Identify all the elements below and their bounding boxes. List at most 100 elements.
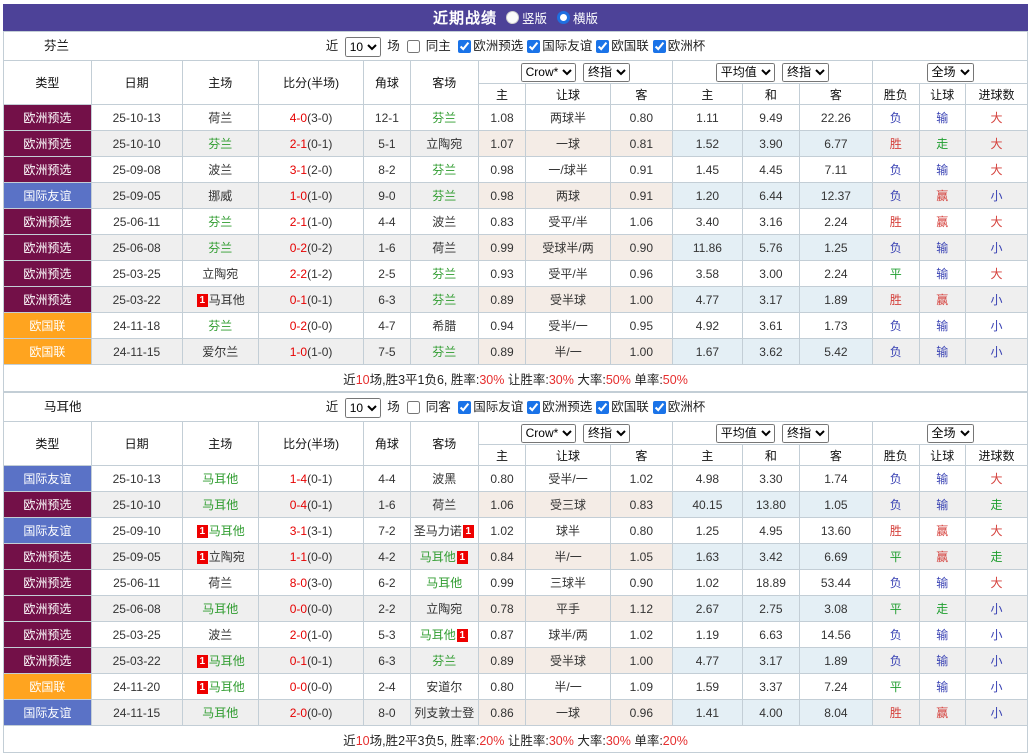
vertical-layout-radio[interactable] <box>505 11 519 24</box>
league-checkbox[interactable] <box>527 40 541 54</box>
recent-count-select[interactable]: 10 <box>344 397 381 418</box>
score-cell: 0-2(0-0) <box>257 312 365 339</box>
col-header-home: 主场 <box>181 60 259 105</box>
score-cell: 0-1(0-1) <box>257 647 365 674</box>
match-type-badge: 欧洲预选 <box>3 569 92 596</box>
avg-draw-odds: 18.89 <box>741 569 800 596</box>
result-handicap: 输 <box>918 104 966 131</box>
home-team-cell: 芬兰 <box>181 312 259 339</box>
handicap-home-odds: 0.78 <box>477 595 527 622</box>
score-cell: 8-0(3-0) <box>257 569 365 596</box>
away-team-cell: 波兰 <box>409 208 479 235</box>
subcol-avg-away: 客 <box>798 83 874 105</box>
handicap-time-select[interactable]: 终指 <box>582 423 630 443</box>
layout-option-vertical: 竖版 <box>505 8 547 27</box>
same-away-checkbox[interactable] <box>407 401 421 415</box>
league-checkbox[interactable] <box>527 401 541 415</box>
same-home-checkbox[interactable] <box>407 40 421 54</box>
avg-home-odds: 4.77 <box>671 286 743 313</box>
result-handicap: 赢 <box>918 699 966 726</box>
summary-segment: 场,胜3平1负6, 胜率: <box>369 372 480 387</box>
handicap-away-odds: 0.95 <box>609 312 673 339</box>
recent-count-select[interactable]: 10 <box>344 36 381 57</box>
col-header-away: 客场 <box>409 60 479 105</box>
result-handicap: 走 <box>918 595 966 622</box>
bookmaker-select[interactable]: Crow* <box>520 62 576 82</box>
result-win-loss: 负 <box>872 647 920 674</box>
match-date: 25-03-22 <box>90 647 183 674</box>
home-team-cell: 荷兰 <box>181 569 259 596</box>
corners-cell: 5-1 <box>363 130 411 157</box>
halftime-score: (1-2) <box>307 266 333 281</box>
score-cell: 4-0(3-0) <box>257 104 365 131</box>
match-date: 25-09-10 <box>90 517 183 544</box>
league-checkbox[interactable] <box>596 40 610 54</box>
handicap-home-odds: 0.80 <box>477 465 527 492</box>
league-checkbox[interactable] <box>652 401 666 415</box>
subcol-goals: 进球数 <box>964 444 1029 466</box>
fulltime-score: 3-1 <box>289 523 308 538</box>
home-team-cell: 马耳他 <box>181 465 259 492</box>
average-select[interactable]: 平均值 <box>715 62 775 82</box>
away-team-name: 马耳他 <box>419 550 456 564</box>
league-checkbox[interactable] <box>458 401 472 415</box>
league-label: 欧洲预选 <box>473 39 524 53</box>
average-time-select[interactable]: 终指 <box>782 62 830 82</box>
fulltime-score: 2-0 <box>289 627 308 642</box>
col-header-home: 主场 <box>181 421 259 466</box>
result-handicap: 输 <box>918 621 966 648</box>
match-row: 欧国联 24-11-15 爱尔兰 1-0(1-0) 7-5 芬兰 0.89 半/一 1.00 1.… <box>3 338 1029 365</box>
red-card-badge: 1 <box>196 655 208 668</box>
match-date: 24-11-18 <box>90 312 183 339</box>
match-date: 25-06-08 <box>90 234 183 261</box>
match-row: 国际友谊 25-09-05 挪威 1-0(1-0) 9-0 芬兰 0.98 两球 0.91 1.2… <box>3 182 1029 209</box>
result-goals: 大 <box>964 104 1029 131</box>
away-team-cell: 马耳他 <box>409 569 479 596</box>
league-checkbox[interactable] <box>652 40 666 54</box>
bookmaker-select[interactable]: Crow* <box>520 423 576 443</box>
handicap-line: 受平/半 <box>525 260 611 287</box>
home-team-cell: 爱尔兰 <box>181 338 259 365</box>
home-team-name: 芬兰 <box>208 215 233 229</box>
avg-draw-odds: 3.17 <box>741 286 800 313</box>
away-team-name: 马耳他 <box>419 628 456 642</box>
result-handicap: 走 <box>918 130 966 157</box>
halftime-score: (3-0) <box>307 575 333 590</box>
league-checkbox[interactable] <box>458 40 472 54</box>
result-handicap: 输 <box>918 260 966 287</box>
away-team-cell: 芬兰 <box>409 104 479 131</box>
col-header-score: 比分(半场) <box>257 60 365 105</box>
horizontal-layout-radio[interactable] <box>557 11 570 24</box>
horizontal-layout-label: 横版 <box>573 12 599 26</box>
handicap-time-select[interactable]: 终指 <box>582 62 630 82</box>
corners-cell: 8-0 <box>363 699 411 726</box>
fulltime-select[interactable]: 全场 <box>926 62 974 82</box>
result-win-loss: 平 <box>872 260 920 287</box>
home-team-cell: 挪威 <box>181 182 259 209</box>
subcol-handicap-home: 主 <box>477 83 527 105</box>
corners-cell: 2-5 <box>363 260 411 287</box>
avg-home-odds: 1.63 <box>671 543 743 570</box>
red-card-badge: 1 <box>196 294 208 307</box>
avg-draw-odds: 9.49 <box>741 104 800 131</box>
summary-stats: 近10场,胜3平1负6, 胜率:30% 让胜率:30% 大率:50% 单率:50… <box>3 364 1028 392</box>
avg-away-odds: 14.56 <box>798 621 874 648</box>
result-goals: 小 <box>964 338 1029 365</box>
result-win-loss: 负 <box>872 312 920 339</box>
red-card-badge: 1 <box>196 681 208 694</box>
league-checkbox[interactable] <box>596 401 610 415</box>
average-time-select[interactable]: 终指 <box>782 423 830 443</box>
handicap-home-odds: 0.99 <box>477 234 527 261</box>
score-cell: 0-4(0-1) <box>257 491 365 518</box>
result-handicap: 输 <box>918 673 966 700</box>
red-card-badge: 1 <box>462 525 474 538</box>
away-team-cell: 芬兰 <box>409 338 479 365</box>
halftime-score: (0-1) <box>307 653 333 668</box>
fulltime-select[interactable]: 全场 <box>926 423 974 443</box>
halftime-score: (0-1) <box>307 136 333 151</box>
avg-away-odds: 6.77 <box>798 130 874 157</box>
corners-cell: 4-2 <box>363 543 411 570</box>
away-team-cell: 希腊 <box>409 312 479 339</box>
average-select[interactable]: 平均值 <box>715 423 775 443</box>
same-home-label: 同主 <box>425 39 451 53</box>
